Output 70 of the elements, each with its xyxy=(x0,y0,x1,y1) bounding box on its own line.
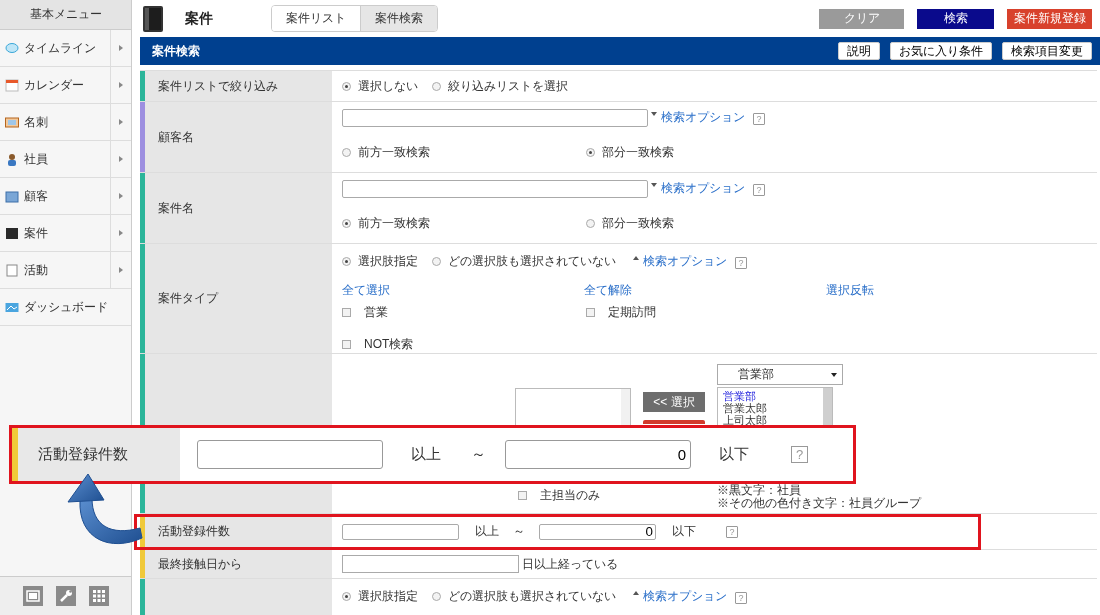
checkbox-label: 主担当のみ xyxy=(540,487,600,504)
checkbox-label: 営業 xyxy=(364,304,388,321)
menu-label: 社員 xyxy=(24,150,49,168)
sidebar-item[interactable]: カレンダー xyxy=(0,67,131,104)
header-button[interactable]: 検索 xyxy=(917,8,994,29)
checkbox-label: NOT検索 xyxy=(364,336,414,353)
sidebar-item[interactable]: ダッシュボード xyxy=(0,289,131,326)
range-suffix: 以下 xyxy=(672,523,696,540)
help-icon: ? xyxy=(791,446,808,463)
field-label: 活動登録件数 xyxy=(158,523,230,540)
radio-label: 選択肢指定 xyxy=(358,253,418,270)
menu-label: 名刺 xyxy=(24,113,49,131)
sidebar-item[interactable]: 活動 xyxy=(0,252,131,289)
select-link[interactable]: 選択反転 xyxy=(826,282,1068,299)
radio-label: どの選択肢も選択されていない xyxy=(448,253,616,270)
radio-label: 絞り込みリストを選択 xyxy=(448,77,568,95)
callout-label: 活動登録件数 xyxy=(38,445,128,464)
menu-label: 顧客 xyxy=(24,187,49,205)
header-button[interactable]: 案件新規登録 xyxy=(1007,8,1092,29)
menu-label: タイムライン xyxy=(24,39,97,57)
checkbox-label: 定期訪問 xyxy=(608,304,656,321)
panel-title: 案件検索 xyxy=(152,42,200,60)
field-label: 顧客名 xyxy=(158,128,194,146)
search-option-link[interactable]: 検索オプション xyxy=(643,253,727,270)
max-input[interactable]: 0 xyxy=(539,523,656,540)
menu-label: ダッシュボード xyxy=(24,298,109,316)
page-title: 案件 xyxy=(185,9,213,28)
legend-note: ※その他の色付き文字：社員グループ xyxy=(717,497,921,510)
range-suffix: 以上 xyxy=(411,445,441,464)
radio-label: 部分一致検索 xyxy=(602,215,674,232)
panel-button[interactable]: 検索項目変更 xyxy=(1002,42,1092,60)
sidebar-item[interactable]: タイムライン xyxy=(0,30,131,67)
sidebar-item[interactable]: 社員 xyxy=(0,141,131,178)
sidebar-title: 基本メニュー xyxy=(0,0,131,30)
department-dropdown[interactable]: 営業部 xyxy=(717,364,843,385)
search-option-link[interactable]: 検索オプション xyxy=(661,180,745,197)
radio-label: 選択肢指定 xyxy=(358,588,418,605)
menu-label: カレンダー xyxy=(24,76,85,94)
panel-button[interactable]: お気に入り条件 xyxy=(890,42,992,60)
radio-label: 前方一致検索 xyxy=(358,215,430,232)
range-separator: ～ xyxy=(513,523,525,540)
select-button[interactable]: << 選択 xyxy=(643,392,705,412)
field-label: 案件タイプ xyxy=(158,290,218,307)
sidebar-item[interactable]: 顧客 xyxy=(0,178,131,215)
select-link[interactable]: 全て解除 xyxy=(584,282,826,299)
legend-note: ※黒文字：社員 xyxy=(717,484,802,497)
search-option-link[interactable]: 検索オプション xyxy=(643,588,727,605)
radio-label: どの選択肢も選択されていない xyxy=(448,588,616,605)
radio-label: 前方一致検索 xyxy=(358,144,430,161)
member-item[interactable]: 上司太郎 xyxy=(723,414,827,426)
panel-button[interactable]: 説明 xyxy=(838,42,880,60)
field-label: 最終接触日から xyxy=(158,555,242,573)
field-label: 案件リストで絞り込み xyxy=(158,77,278,95)
sidebar-item[interactable]: 名刺 xyxy=(0,104,131,141)
radio-label: 部分一致検索 xyxy=(602,144,674,161)
range-separator: ～ xyxy=(471,445,486,464)
sidebar-item[interactable]: 案件 xyxy=(0,215,131,252)
member-item[interactable]: 営業部 xyxy=(723,390,827,402)
select-link[interactable]: 全て選択 xyxy=(342,282,584,299)
member-item[interactable]: 営業太郎 xyxy=(723,402,827,414)
days-suffix: 日以上経っている xyxy=(522,555,618,573)
search-option-link[interactable]: 検索オプション xyxy=(661,109,745,126)
field-label: 案件名 xyxy=(158,199,194,217)
menu-label: 案件 xyxy=(24,224,49,242)
max-input[interactable]: 0 xyxy=(505,440,691,469)
radio-label: 選択しない xyxy=(358,77,418,95)
tab[interactable]: 案件検索 xyxy=(360,6,437,31)
range-suffix: 以下 xyxy=(719,445,749,464)
menu-label: 活動 xyxy=(24,261,49,279)
range-suffix: 以上 xyxy=(475,523,499,540)
